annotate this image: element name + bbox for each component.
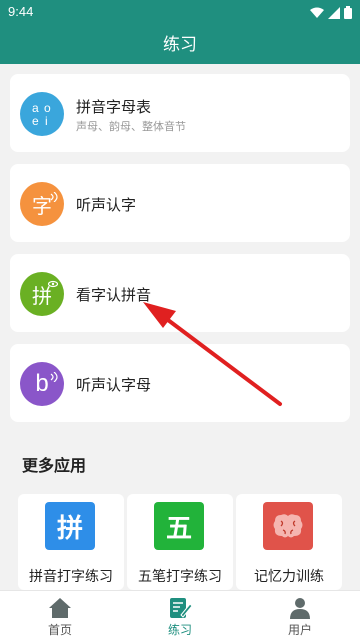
pinyin-alphabet-icon: a o e i xyxy=(20,92,64,136)
nav-label-home: 首页 xyxy=(47,623,72,637)
page-title: 练习 xyxy=(163,35,197,55)
svg-text:e: e xyxy=(32,114,39,128)
letter-b-icon: b xyxy=(20,362,64,406)
card-pinyin-alphabet[interactable]: a o e i 拼音字母表 声母、韵母、整体音节 xyxy=(10,74,350,152)
status-bar: 9:44 xyxy=(0,0,360,26)
user-icon xyxy=(290,598,310,619)
zi-character-icon: 字 xyxy=(20,182,64,226)
card-listen-letter[interactable]: b 听声认字母 xyxy=(10,344,350,422)
svg-text:a: a xyxy=(32,101,39,115)
battery-icon xyxy=(344,6,352,19)
app-tile-wubi-typing[interactable]: 五 五笔打字练习 xyxy=(127,494,233,590)
bottom-nav: 首页 练习 用户 xyxy=(0,590,360,640)
tile-icon-glyph: 五 xyxy=(165,513,192,544)
card-character-to-pinyin[interactable]: 拼 看字认拼音 xyxy=(10,254,350,332)
card-icon-glyph: b xyxy=(35,370,49,397)
tile-label: 五笔打字练习 xyxy=(138,569,222,585)
wifi-icon xyxy=(310,7,324,18)
practice-icon xyxy=(170,598,192,618)
card-title: 听声认字 xyxy=(76,196,137,214)
tile-label: 记忆力训练 xyxy=(254,569,324,585)
pin-character-icon: 拼 xyxy=(20,272,64,316)
status-time: 9:44 xyxy=(8,4,34,19)
home-icon xyxy=(49,598,71,618)
card-subtitle: 声母、韵母、整体音节 xyxy=(76,120,186,133)
app-bar: 练习 xyxy=(0,26,360,64)
more-apps-title: 更多应用 xyxy=(22,456,87,475)
nav-item-practice[interactable]: 练习 xyxy=(120,591,240,640)
status-icons xyxy=(310,6,352,19)
brain-icon xyxy=(263,502,313,550)
nav-item-home[interactable]: 首页 xyxy=(0,591,120,640)
tile-icon-glyph: 拼 xyxy=(56,513,83,544)
card-listen-character[interactable]: 字 听声认字 xyxy=(10,164,350,242)
app-tile-pinyin-typing[interactable]: 拼 拼音打字练习 xyxy=(18,494,124,590)
card-title: 听声认字母 xyxy=(76,376,152,394)
signal-icon xyxy=(328,6,340,19)
card-title: 看字认拼音 xyxy=(76,286,152,304)
tile-label: 拼音打字练习 xyxy=(29,569,113,585)
app-tile-memory-training[interactable]: 记忆力训练 xyxy=(236,494,342,590)
nav-label-practice: 练习 xyxy=(167,623,192,637)
wubi-typing-icon: 五 xyxy=(154,502,204,550)
svg-text:o: o xyxy=(44,101,51,115)
nav-label-user: 用户 xyxy=(287,623,312,637)
nav-item-user[interactable]: 用户 xyxy=(240,591,360,640)
card-title: 拼音字母表 xyxy=(76,98,152,116)
svg-text:i: i xyxy=(45,114,48,128)
card-icon-glyph: 字 xyxy=(32,193,52,218)
pinyin-typing-icon: 拼 xyxy=(45,502,95,550)
